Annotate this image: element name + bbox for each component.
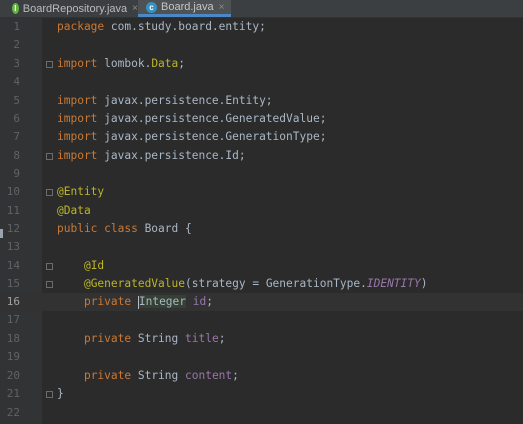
code-text: } xyxy=(57,387,64,400)
keyword: package xyxy=(57,20,105,33)
fold-icon[interactable] xyxy=(46,189,53,196)
field-name: content xyxy=(185,369,233,382)
line-number: 11 xyxy=(6,204,20,217)
code-text: ; xyxy=(218,332,226,345)
code-text: javax.persistence.Entity; xyxy=(97,94,273,107)
code-text: String xyxy=(131,369,185,382)
line-number: 21 xyxy=(6,387,20,400)
line-number: 17 xyxy=(6,313,20,326)
code-text: javax.persistence.Id; xyxy=(97,149,246,162)
code-line[interactable]: 17 xyxy=(0,311,523,329)
code-line[interactable]: 9 xyxy=(0,165,523,183)
code-text: javax.persistence.GenerationType; xyxy=(97,130,327,143)
code-text: javax.persistence.GeneratedValue; xyxy=(97,112,327,125)
keyword: import xyxy=(57,112,98,125)
code-line[interactable]: 19 xyxy=(0,348,523,366)
code-text: ; xyxy=(206,295,213,308)
keyword: private xyxy=(83,332,132,345)
code-line[interactable]: 1 package com.study.board.entity; xyxy=(0,18,523,36)
annotation: @Entity xyxy=(57,185,105,198)
code-line[interactable]: 21 } xyxy=(0,385,523,403)
keyword: private xyxy=(83,369,132,382)
line-number: 16 xyxy=(6,295,20,308)
code-line[interactable]: 6 import javax.persistence.GeneratedValu… xyxy=(0,110,523,128)
code-line[interactable]: 14 @Id xyxy=(0,257,523,275)
fold-icon[interactable] xyxy=(46,281,53,288)
line-number: 10 xyxy=(6,185,20,198)
line-number: 20 xyxy=(6,369,20,382)
line-number: 12 xyxy=(6,222,20,235)
line-number: 1 xyxy=(13,20,20,33)
current-code-line[interactable]: 16 private Integer id; xyxy=(0,293,523,311)
field-name: title xyxy=(185,332,219,345)
fold-icon[interactable] xyxy=(46,61,53,68)
line-number: 22 xyxy=(6,406,20,419)
keyword: private xyxy=(83,295,132,308)
code-text: lombok. xyxy=(97,57,152,70)
close-icon[interactable]: × xyxy=(219,2,225,13)
code-line[interactable]: 20 private String content; xyxy=(0,367,523,385)
code-text: ) xyxy=(420,277,428,290)
line-number: 8 xyxy=(13,149,20,162)
annotation: @GeneratedValue xyxy=(83,277,185,290)
code-line[interactable]: 4 xyxy=(0,73,523,91)
class-name: Data xyxy=(151,57,179,70)
line-number: 19 xyxy=(6,350,20,363)
annotation: @Data xyxy=(57,204,91,217)
line-number: 14 xyxy=(6,259,20,272)
fold-icon[interactable] xyxy=(46,263,53,270)
class-icon: c xyxy=(146,1,157,13)
enum-constant: IDENTITY xyxy=(366,277,421,290)
keyword: import xyxy=(57,149,98,162)
code-line[interactable]: 22 xyxy=(0,404,523,422)
line-number: 7 xyxy=(13,130,20,143)
editor-tab-bar: I BoardRepository.java × c Board.java × xyxy=(0,0,523,18)
tab-label: Board.java xyxy=(161,1,214,13)
code-line[interactable]: 12 public class Board { xyxy=(0,220,523,238)
code-text: com.study.board.entity; xyxy=(104,20,266,33)
code-line[interactable]: 5 import javax.persistence.Entity; xyxy=(0,92,523,110)
keyword: public class xyxy=(57,222,138,235)
tab-board[interactable]: c Board.java × xyxy=(138,0,231,17)
code-line[interactable]: 2 xyxy=(0,36,523,54)
line-number: 3 xyxy=(13,57,20,70)
keyword: import xyxy=(57,130,98,143)
code-line[interactable]: 8 import javax.persistence.Id; xyxy=(0,147,523,165)
line-number: 2 xyxy=(13,38,20,51)
keyword: import xyxy=(57,57,98,70)
code-line[interactable]: 3 import lombok.Data; xyxy=(0,55,523,73)
code-text: ; xyxy=(178,57,186,70)
code-line[interactable]: 10 @Entity xyxy=(0,183,523,201)
code-line[interactable]: 13 xyxy=(0,238,523,256)
field-name: id xyxy=(192,295,207,308)
code-line[interactable]: 18 private String title; xyxy=(0,330,523,348)
code-text: Board { xyxy=(137,222,192,235)
line-number: 6 xyxy=(13,112,20,125)
code-line[interactable]: 11 @Data xyxy=(0,202,523,220)
type-name: Integer xyxy=(138,295,187,308)
line-number: 5 xyxy=(13,94,20,107)
tab-label: BoardRepository.java xyxy=(22,2,128,15)
code-line[interactable]: 15 @GeneratedValue(strategy = Generation… xyxy=(0,275,523,293)
code-line[interactable]: 7 import javax.persistence.GenerationTyp… xyxy=(0,128,523,146)
keyword: import xyxy=(57,94,98,107)
line-number: 18 xyxy=(6,332,20,345)
annotation: @Id xyxy=(83,259,105,272)
code-text: (strategy = GenerationType. xyxy=(185,277,367,290)
fold-icon[interactable] xyxy=(46,391,53,398)
interface-icon: I xyxy=(12,3,19,14)
code-text: ; xyxy=(232,369,239,382)
fold-icon[interactable] xyxy=(46,153,53,160)
line-number: 15 xyxy=(6,277,20,290)
line-number: 13 xyxy=(6,240,20,253)
tab-board-repository[interactable]: I BoardRepository.java × xyxy=(0,0,138,17)
line-number: 4 xyxy=(13,75,20,88)
line-number: 9 xyxy=(13,167,20,180)
code-text: String xyxy=(131,332,185,345)
